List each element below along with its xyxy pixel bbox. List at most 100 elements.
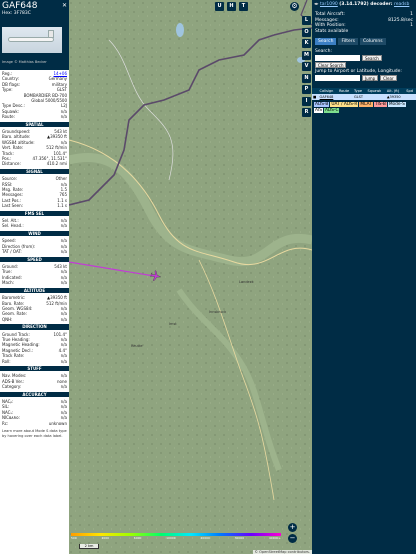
legend-item: TIS-B bbox=[373, 102, 387, 107]
detail-row: Roll: n/a bbox=[2, 359, 67, 364]
detail-row: Category: n/a bbox=[2, 384, 67, 389]
aircraft-list-panel: ◂▸ tar1090 (3.14.1792) decoder: readsb T… bbox=[312, 0, 416, 554]
search-label: Search: bbox=[315, 49, 332, 54]
map-toolbar: LOKMVNPIR bbox=[302, 0, 312, 554]
tab-search[interactable]: Search bbox=[315, 38, 337, 45]
row-value: 410.2 nmi bbox=[46, 161, 67, 167]
footer-note: Learn more about Mode S data type by hov… bbox=[2, 429, 67, 438]
toolbar-button-r[interactable]: R bbox=[302, 108, 311, 117]
map-label-3: Landeck bbox=[239, 280, 255, 284]
lake-1 bbox=[176, 23, 184, 37]
jump-input[interactable] bbox=[315, 75, 360, 81]
map-button-u[interactable]: U bbox=[215, 2, 224, 11]
row-value: n/a bbox=[60, 249, 67, 255]
section-rows: Ground Track: 101.4° True Heading: n/a Magne… bbox=[0, 331, 69, 365]
toolbar-button-o[interactable]: O bbox=[302, 27, 311, 37]
section-rows: Speed: n/a Direction (from): n/a TAT / OAT: n… bbox=[0, 237, 69, 255]
zoom-out-button[interactable]: − bbox=[288, 534, 297, 543]
tab-filters[interactable]: Filters bbox=[338, 38, 358, 45]
row-value: n/a bbox=[60, 223, 67, 229]
row-key: TAT / OAT: bbox=[2, 249, 22, 255]
section-header: SIGNAL bbox=[0, 168, 69, 175]
stat-value: 1 bbox=[410, 23, 413, 28]
row-key: Type: bbox=[2, 87, 13, 93]
altitude-tick-label: 6000 bbox=[133, 536, 142, 540]
row-value: n/a bbox=[60, 114, 67, 120]
map-label-0: Reutte bbox=[131, 344, 143, 348]
app-name-link[interactable]: tar1090 bbox=[320, 2, 338, 7]
row-value: n/a bbox=[60, 384, 67, 390]
section-header: SPEED bbox=[0, 256, 69, 263]
row-key: Route: bbox=[2, 114, 15, 120]
row-value: n/a bbox=[60, 316, 67, 322]
row-value: 1.1 s bbox=[57, 203, 67, 209]
toolbar-button-i[interactable]: I bbox=[302, 96, 311, 106]
scale-bar: 2 km bbox=[79, 544, 99, 549]
toolbar-button-k[interactable]: K bbox=[302, 39, 311, 48]
legend-item: AIS bbox=[314, 108, 323, 113]
terrain bbox=[69, 0, 312, 554]
hex-line: Hex: 3F783C bbox=[2, 11, 31, 16]
altitude-legend: 500 2000 6000 10000 20000 30000 40000+ bbox=[71, 533, 281, 540]
stats-block: Total Aircraft: 1 Messages: 8125.8/sec With … bbox=[312, 10, 416, 36]
clear-search-button[interactable]: Clear Search bbox=[315, 62, 347, 68]
toggle-sidebar-icon[interactable]: ◂▸ bbox=[314, 2, 319, 7]
basic-row: Route: n/a bbox=[2, 114, 67, 119]
aircraft-photo[interactable] bbox=[2, 27, 62, 53]
map-canvas[interactable]: Reutte Imst Innsbruck Landeck bbox=[69, 0, 312, 554]
toolbar-button-l[interactable]: L bbox=[302, 16, 311, 25]
toolbar-button-n[interactable]: N bbox=[302, 73, 311, 83]
plane-tail bbox=[48, 30, 54, 38]
zoom-in-button[interactable]: + bbox=[288, 523, 297, 532]
legend-item: MLAT bbox=[359, 102, 373, 107]
section-header: WIND bbox=[0, 230, 69, 237]
decoder-link[interactable]: readsb bbox=[394, 2, 409, 7]
stat-line: Stats available bbox=[315, 29, 413, 35]
settings-gear-icon[interactable]: ⚙ bbox=[290, 2, 299, 11]
detail-row: Last Seen: 1.1 s bbox=[2, 203, 67, 208]
altitude-tick-label: 40000+ bbox=[268, 536, 281, 540]
row-key: Last Seen: bbox=[2, 203, 23, 209]
search-button[interactable]: Search bbox=[362, 55, 382, 61]
toolbar-button-m[interactable]: M bbox=[302, 50, 311, 60]
search-input[interactable] bbox=[315, 55, 360, 61]
search-section: Search: Search Clear Search Jump to Airp… bbox=[312, 47, 416, 84]
stat-label: Stats available bbox=[315, 28, 349, 34]
close-icon[interactable]: ✕ bbox=[62, 2, 67, 9]
section-rows: Sel. Alt.: n/a Sel. Head.: n/a bbox=[0, 217, 69, 230]
map-button-h[interactable]: H bbox=[227, 2, 236, 11]
section-header: ALTITUDE bbox=[0, 287, 69, 294]
altitude-tick-label: 30000 bbox=[234, 536, 245, 540]
row-key: Sel. Head.: bbox=[2, 223, 24, 229]
map-view[interactable]: Reutte Imst Innsbruck Landeck U H T ⚙ + … bbox=[69, 0, 312, 554]
section-rows: Barometric: ▲39350 ft Baro. Rate: 512 ft/mi… bbox=[0, 294, 69, 323]
section-header: STUFF bbox=[0, 365, 69, 372]
altitude-labels: 500 2000 6000 10000 20000 30000 40000+ bbox=[71, 536, 281, 540]
row-key: QNH: bbox=[2, 316, 13, 322]
app-title-bar: ◂▸ tar1090 (3.14.1792) decoder: readsb bbox=[312, 0, 416, 10]
toolbar-button-p[interactable]: P bbox=[302, 85, 311, 94]
map-label-1: Imst bbox=[169, 322, 177, 326]
toolbar-button-v[interactable]: V bbox=[302, 62, 311, 71]
clear-jump-button[interactable]: Clear bbox=[380, 75, 397, 81]
tab-columns[interactable]: Columns bbox=[359, 38, 386, 45]
altitude-tick-label: 500 bbox=[71, 536, 77, 540]
hex-label: Hex: bbox=[2, 11, 13, 16]
row-key: Distance: bbox=[2, 161, 21, 167]
section-rows: Nav. Modes: n/a ADS-B Ver.: none Category: n/… bbox=[0, 372, 69, 390]
detail-row: Distance: 410.2 nmi bbox=[2, 161, 67, 166]
aircraft-info-panel: GAF648 Hex: 3F783C ✕ Image © Matthias Be… bbox=[0, 0, 69, 554]
map-button-t[interactable]: T bbox=[239, 2, 248, 11]
jump-label: Jump to Airport or Latitude, Longitude: bbox=[315, 69, 402, 74]
aircraft-table: Callsign Route Type Squawk Alt. (ft) Spd ■ GAF… bbox=[312, 88, 416, 100]
altitude-tick-label: 2000 bbox=[101, 536, 110, 540]
legend-item: ADS-C bbox=[323, 108, 340, 113]
section-header: ACCURACY bbox=[0, 391, 69, 398]
jump-button[interactable]: Jump bbox=[362, 75, 379, 81]
row-value: n/a bbox=[60, 358, 67, 364]
altitude-tick-label: 10000 bbox=[166, 536, 176, 540]
detail-row: TAT / OAT: n/a bbox=[2, 249, 67, 254]
info-header: GAF648 Hex: 3F783C ✕ Image © Matthias Be… bbox=[0, 0, 69, 70]
legend-item: Mode-S bbox=[387, 102, 406, 107]
detail-row: QNH: n/a bbox=[2, 317, 67, 322]
